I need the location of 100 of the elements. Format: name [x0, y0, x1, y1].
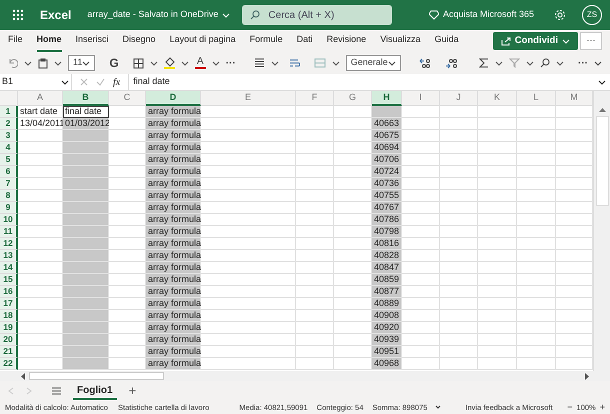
row-header[interactable]: 6: [0, 166, 18, 178]
collapse-ribbon-icon[interactable]: [594, 60, 602, 66]
search-field[interactable]: Cerca (Alt + X): [242, 5, 392, 25]
row-header[interactable]: 21: [0, 346, 18, 358]
row-header[interactable]: 11: [0, 226, 18, 238]
caret-icon[interactable]: [150, 60, 158, 66]
ribbon-tab[interactable]: Revisione: [326, 30, 366, 52]
row-header[interactable]: 3: [0, 130, 18, 142]
caret-icon[interactable]: [270, 60, 279, 66]
font-color-button[interactable]: A: [194, 57, 206, 69]
merge-cells-icon[interactable]: [314, 58, 326, 68]
row-header[interactable]: 19: [0, 322, 18, 334]
row-header[interactable]: 15: [0, 274, 18, 286]
row-header[interactable]: 5: [0, 154, 18, 166]
row-header[interactable]: 8: [0, 190, 18, 202]
caret-icon[interactable]: [435, 405, 442, 410]
borders-icon[interactable]: [132, 58, 144, 68]
diamond-icon: [428, 10, 439, 20]
ribbon-tab[interactable]: Guida: [434, 30, 459, 52]
caret-icon[interactable]: [212, 60, 220, 66]
decrease-decimal-icon[interactable]: [445, 58, 457, 68]
column-header[interactable]: E: [201, 91, 296, 106]
row-header[interactable]: 14: [0, 262, 18, 274]
caret-icon[interactable]: [556, 60, 564, 66]
column-header[interactable]: K: [478, 91, 517, 106]
ribbon-tab[interactable]: Inserisci: [76, 30, 109, 52]
zoom-in-button[interactable]: +: [600, 401, 605, 414]
row-header[interactable]: 22: [0, 358, 18, 370]
table-cell: 40859: [372, 274, 402, 286]
row-header[interactable]: 12: [0, 238, 18, 250]
undo-icon[interactable]: [8, 58, 18, 68]
column-header[interactable]: F: [296, 91, 334, 106]
column-header[interactable]: J: [440, 91, 478, 106]
row-header[interactable]: 2: [0, 118, 18, 130]
function-button[interactable]: fx: [113, 74, 120, 90]
caret-icon[interactable]: [24, 60, 32, 66]
column-header[interactable]: L: [517, 91, 556, 106]
table-cell: [109, 310, 146, 322]
increase-decimal-icon[interactable]: [419, 58, 431, 68]
fill-color-icon[interactable]: [164, 57, 175, 69]
row-header[interactable]: 17: [0, 298, 18, 310]
row-header[interactable]: 7: [0, 178, 18, 190]
vertical-scrollbar[interactable]: [593, 91, 610, 371]
column-header[interactable]: M: [556, 91, 593, 106]
share-button[interactable]: Condividi: [492, 32, 578, 50]
align-icon[interactable]: [254, 58, 265, 68]
row-header[interactable]: 4: [0, 142, 18, 154]
row-header[interactable]: 9: [0, 202, 18, 214]
ribbon-tab[interactable]: File: [8, 30, 23, 52]
sum-icon[interactable]: [479, 58, 489, 68]
caret-icon[interactable]: [54, 60, 62, 66]
clipboard-icon[interactable]: [38, 58, 48, 68]
table-cell: array formula: [146, 226, 201, 238]
more-button[interactable]: ···: [578, 56, 588, 70]
scroll-left-icon[interactable]: [20, 372, 25, 380]
ribbon-tab[interactable]: Formule: [250, 30, 283, 52]
scroll-thumb[interactable]: [29, 372, 164, 380]
row-header[interactable]: 18: [0, 310, 18, 322]
row-header[interactable]: 10: [0, 214, 18, 226]
caret-icon[interactable]: [526, 60, 534, 66]
row-header[interactable]: 1: [0, 106, 18, 118]
table-cell: [63, 310, 109, 322]
ribbon-tab[interactable]: Disegno: [122, 30, 156, 52]
horizontal-scrollbar[interactable]: [0, 371, 610, 381]
row-header[interactable]: 13: [0, 250, 18, 262]
ribbon-tab[interactable]: Visualizza: [380, 30, 421, 52]
column-header[interactable]: H: [372, 91, 402, 106]
avatar[interactable]: ZS: [582, 5, 602, 25]
document-title[interactable]: array_date - Salvato in OneDrive: [87, 8, 230, 22]
column-header[interactable]: C: [109, 91, 146, 106]
zoom-out-button[interactable]: −: [567, 401, 573, 414]
app-launcher-icon[interactable]: [12, 9, 24, 21]
column-header[interactable]: A: [18, 91, 63, 106]
caret-icon[interactable]: [180, 60, 189, 66]
scroll-right-icon[interactable]: [585, 372, 590, 380]
check-icon[interactable]: [96, 78, 105, 86]
caret-icon[interactable]: [495, 60, 503, 66]
settings-icon[interactable]: [554, 9, 566, 21]
column-header[interactable]: G: [334, 91, 372, 106]
ribbon-tab[interactable]: Layout di pagina: [170, 30, 236, 52]
expand-icon[interactable]: [598, 78, 606, 86]
wrap-text-icon[interactable]: [288, 58, 300, 68]
number-format-dropdown[interactable]: Generale: [346, 55, 401, 71]
ribbon-tab[interactable]: Dati: [296, 30, 313, 52]
scroll-up-icon[interactable]: [598, 107, 606, 112]
more-button[interactable]: ···: [226, 56, 236, 70]
search-icon[interactable]: [540, 58, 550, 68]
scroll-thumb[interactable]: [596, 116, 608, 206]
buy-link[interactable]: Acquista Microsoft 365: [428, 8, 534, 22]
row-header[interactable]: 16: [0, 286, 18, 298]
caret-icon[interactable]: [332, 60, 340, 66]
column-header[interactable]: I: [402, 91, 440, 106]
column-header[interactable]: B: [63, 91, 109, 106]
add-sheet-button[interactable]: +: [128, 381, 136, 401]
menu-icon[interactable]: [52, 387, 61, 395]
font-size-dropdown[interactable]: 11: [68, 55, 96, 71]
column-header[interactable]: D: [146, 91, 201, 106]
more-button[interactable]: ···: [580, 32, 602, 50]
bold-button[interactable]: G: [109, 54, 119, 72]
row-header[interactable]: 20: [0, 334, 18, 346]
